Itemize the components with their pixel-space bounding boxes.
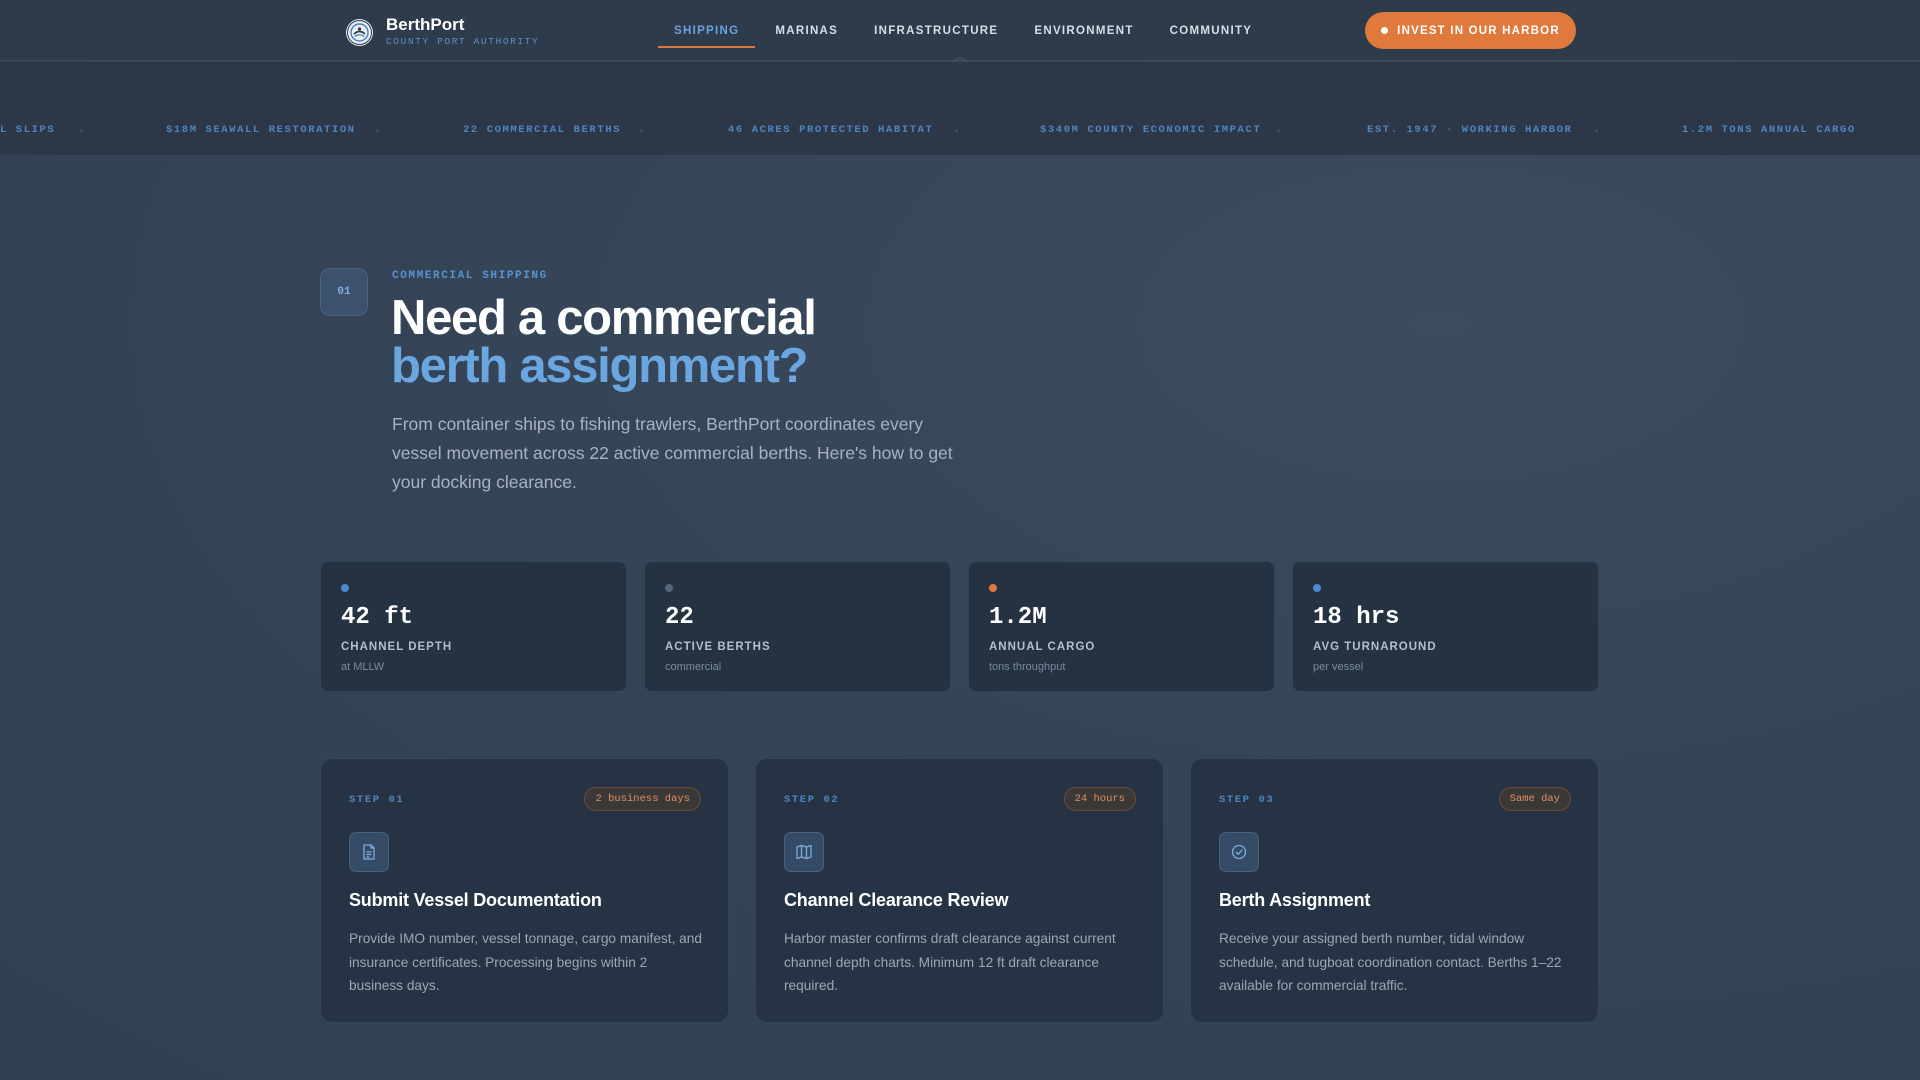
stat-value: 1.2M xyxy=(989,604,1047,631)
nav-link-shipping[interactable]: SHIPPING xyxy=(658,0,756,61)
stat-label: AVG TURNAROUND xyxy=(1313,641,1437,653)
step-number: STEP 02 xyxy=(784,794,840,806)
stat-card-avg-turnaround: 18 hrs AVG TURNAROUND per vessel xyxy=(1292,561,1599,692)
brand-subtitle: COUNTY PORT AUTHORITY xyxy=(386,36,540,47)
step-title: Channel Clearance Review xyxy=(784,890,1009,910)
ticker-item: L SLIPS xyxy=(0,124,56,136)
headline-line-2: berth assignment? xyxy=(391,339,809,393)
ticker-item: $340M COUNTY ECONOMIC IMPACT xyxy=(1040,124,1262,136)
stat-indicator-dot xyxy=(341,584,349,592)
map-icon xyxy=(784,832,824,872)
invest-button[interactable]: INVEST IN OUR HARBOR xyxy=(1365,12,1576,49)
brand-name: BerthPort xyxy=(386,15,465,34)
ticker-item: $18M SEAWALL RESTORATION xyxy=(166,124,356,136)
check-circle-icon xyxy=(1219,832,1259,872)
step-number: STEP 03 xyxy=(1219,794,1275,806)
step-number: STEP 01 xyxy=(349,794,405,806)
stat-value: 18 hrs xyxy=(1313,604,1400,631)
stats-ticker: L SLIPS $18M SEAWALL RESTORATION 22 COMM… xyxy=(0,62,1920,155)
main-menu: SHIPPING MARINAS INFRASTRUCTURE ENVIRONM… xyxy=(658,0,1272,61)
cta-dot-icon xyxy=(1381,27,1389,34)
ticker-item: 46 ACRES PROTECTED HABITAT xyxy=(728,124,934,136)
stat-card-annual-cargo: 1.2M ANNUAL CARGO tons throughput xyxy=(968,561,1275,692)
step-description: Receive your assigned berth number, tida… xyxy=(1219,931,1562,993)
ticker-track: L SLIPS $18M SEAWALL RESTORATION 22 COMM… xyxy=(0,124,1920,140)
stat-label: ACTIVE BERTHS xyxy=(665,641,771,653)
ticker-separator xyxy=(640,129,643,132)
step-card-documentation[interactable]: STEP 01 2 business days Submit Vessel Do… xyxy=(320,758,729,1023)
duration-badge: 24 hours xyxy=(1063,787,1136,811)
stat-caption: per vessel xyxy=(1313,661,1364,673)
step-card-channel-clearance[interactable]: STEP 02 24 hours Channel Clearance Revie… xyxy=(755,758,1164,1023)
hero-description: From container ships to fishing trawlers… xyxy=(392,414,953,492)
nav-link-marinas[interactable]: MARINAS xyxy=(759,0,854,61)
ticker-separator xyxy=(1595,129,1598,132)
brand-logo-link[interactable]: BerthPort COUNTY PORT AUTHORITY xyxy=(346,16,539,48)
stat-caption: tons throughput xyxy=(989,661,1066,673)
step-description: Provide IMO number, vessel tonnage, carg… xyxy=(349,931,703,993)
ticker-item: 22 COMMERCIAL BERTHS xyxy=(463,124,622,136)
ticker-separator xyxy=(80,129,83,132)
stat-card-channel-depth: 42 ft CHANNEL DEPTH at MLLW xyxy=(320,561,627,692)
document-icon xyxy=(349,832,389,872)
stat-caption: commercial xyxy=(665,661,722,673)
stat-indicator-dot xyxy=(989,584,997,592)
stat-indicator-dot xyxy=(665,584,673,592)
stat-label: CHANNEL DEPTH xyxy=(341,641,453,653)
stat-caption: at MLLW xyxy=(341,661,385,673)
duration-badge: Same day xyxy=(1498,787,1571,811)
stat-label: ANNUAL CARGO xyxy=(989,641,1096,653)
step-title: Submit Vessel Documentation xyxy=(349,890,602,910)
brand-text: BerthPort COUNTY PORT AUTHORITY xyxy=(386,16,539,48)
nav-link-environment[interactable]: ENVIRONMENT xyxy=(1018,0,1149,61)
nav-link-community[interactable]: COMMUNITY xyxy=(1154,0,1269,61)
headline-line-1: Need a commercial xyxy=(391,291,817,345)
nav-link-infrastructure[interactable]: INFRASTRUCTURE xyxy=(858,0,1014,61)
ticker-separator xyxy=(955,129,958,132)
ticker-separator xyxy=(1277,129,1280,132)
section-eyebrow: COMMERCIAL SHIPPING xyxy=(392,270,548,282)
seal-icon xyxy=(346,18,373,46)
top-navigation: BerthPort COUNTY PORT AUTHORITY SHIPPING… xyxy=(0,0,1920,61)
stat-card-active-berths: 22 ACTIVE BERTHS commercial xyxy=(644,561,951,692)
section-number-badge: 01 xyxy=(320,268,368,316)
invest-button-label: INVEST IN OUR HARBOR xyxy=(1397,24,1560,37)
ticker-separator xyxy=(376,129,379,132)
page-title: Need a commercial berth assignment? xyxy=(391,291,1291,393)
duration-badge: 2 business days xyxy=(584,787,701,811)
step-title: Berth Assignment xyxy=(1219,890,1371,910)
ticker-item: EST. 1947 · WORKING HARBOR xyxy=(1367,124,1573,136)
stat-value: 42 ft xyxy=(341,604,414,631)
step-description: Harbor master confirms draft clearance a… xyxy=(784,931,1116,993)
ticker-item: 1.2M TONS ANNUAL CARGO xyxy=(1682,124,1856,136)
step-card-berth-assignment[interactable]: STEP 03 Same day Berth Assignment Receiv… xyxy=(1190,758,1599,1023)
stat-indicator-dot xyxy=(1313,584,1321,592)
stat-value: 22 xyxy=(665,604,694,631)
